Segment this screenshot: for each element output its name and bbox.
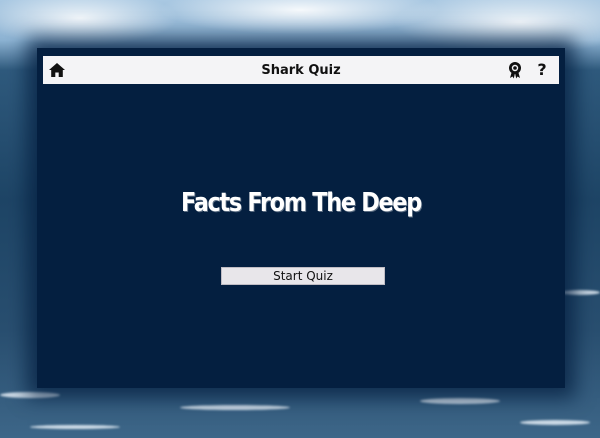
quiz-headline: Facts From The Deep: [181, 188, 422, 218]
help-button[interactable]: ?: [535, 59, 549, 81]
wave-foam: [0, 392, 60, 398]
home-button[interactable]: [48, 61, 66, 79]
header-bar: Shark Quiz ?: [43, 56, 559, 84]
wave-foam: [30, 425, 120, 429]
quiz-window: Shark Quiz ? Facts From The Deep Start Q…: [37, 48, 565, 388]
wave-foam: [420, 398, 500, 404]
start-quiz-button[interactable]: Start Quiz: [221, 267, 385, 285]
award-icon: [509, 62, 521, 79]
home-icon: [49, 63, 65, 77]
wave-foam: [560, 290, 600, 295]
app-title: Shark Quiz: [261, 62, 341, 78]
wave-foam: [180, 405, 290, 410]
wave-foam: [520, 420, 590, 425]
achievements-button[interactable]: [507, 61, 523, 79]
